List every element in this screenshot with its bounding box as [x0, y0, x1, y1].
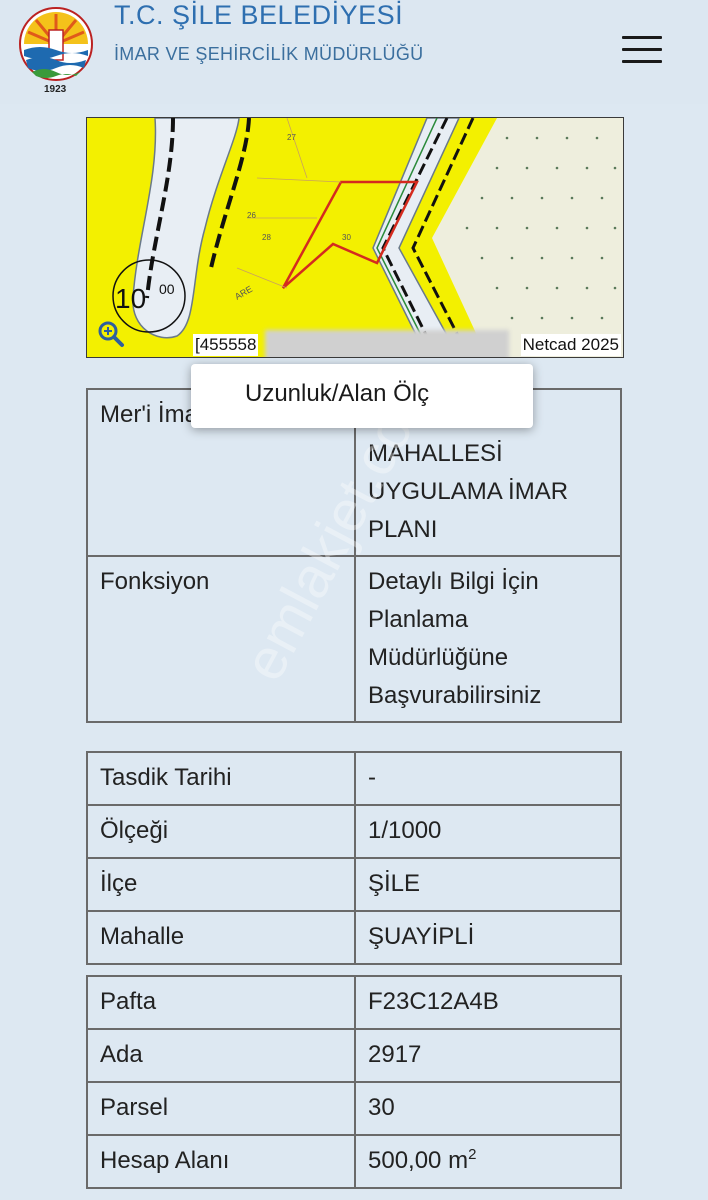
municipality-title: T.C. ŞİLE BELEDİYESİ [114, 0, 404, 30]
map-label-sup: 00 [159, 281, 175, 297]
table-key: Tasdik Tarihi [86, 751, 356, 806]
municipality-logo[interactable]: 1923 [16, 0, 96, 100]
app-header: 1923 T.C. ŞİLE BELEDİYESİ İMAR VE ŞEHİRC… [0, 0, 708, 104]
map-context-menu: Uzunluk/Alan Ölç [191, 364, 533, 428]
hamburger-icon [622, 36, 662, 39]
table-value: 2917 [354, 1028, 622, 1083]
parcel-label: 27 [287, 133, 296, 142]
table-value: - [354, 751, 622, 806]
table-key: Mahalle [86, 910, 356, 965]
table-key: İlçe [86, 857, 356, 912]
parcel-info-table: Pafta F23C12A4B Ada 2917 Parsel 30 Hesap Al… [86, 975, 622, 1189]
zoom-in-icon[interactable] [97, 320, 125, 348]
parcel-label: 28 [262, 233, 271, 242]
table-key: Ölçeği [86, 804, 356, 859]
zoning-map[interactable]: 10 00 27 28 30 26 ARE [455558 Netcad 202… [86, 117, 624, 358]
approval-info-table: Tasdik Tarihi - Ölçeği 1/1000 İlçe ŞİLE Mah… [86, 751, 622, 965]
coordinate-readout: [455558 [193, 334, 259, 356]
table-value: ŞİLE [354, 857, 622, 912]
table-key: Parsel [86, 1081, 356, 1136]
unit-superscript: 2 [468, 1146, 477, 1163]
table-value: F23C12A4B [354, 975, 622, 1030]
table-key: Pafta [86, 975, 356, 1030]
plan-info-table: Mer'i İmar MAHALLESİ UYGULAMA İMAR PLANI… [86, 388, 622, 723]
parcel-label: 26 [247, 211, 256, 220]
measure-length-area-item[interactable]: Uzunluk/Alan Ölç [245, 380, 429, 408]
table-value: 500,00 m2 [354, 1134, 622, 1189]
table-value: 1/1000 [354, 804, 622, 859]
logo-year: 1923 [44, 84, 67, 95]
table-key: Fonksiyon [86, 555, 356, 723]
parcel-label: 30 [342, 233, 351, 242]
department-subtitle: İMAR VE ŞEHİRCİLİK MÜDÜRLÜĞÜ [114, 44, 424, 64]
table-value: Detaylı Bilgi İçin Planlama Müdürlüğüne … [354, 555, 622, 723]
map-label-main: 10 [115, 283, 146, 314]
table-value: ŞUAYİPLİ [354, 910, 622, 965]
table-value: 30 [354, 1081, 622, 1136]
blurred-coordinate [265, 330, 509, 357]
table-key: Ada [86, 1028, 356, 1083]
table-key: Hesap Alanı [86, 1134, 356, 1189]
map-attribution: Netcad 2025 [520, 334, 621, 356]
hamburger-menu-button[interactable] [618, 32, 664, 66]
